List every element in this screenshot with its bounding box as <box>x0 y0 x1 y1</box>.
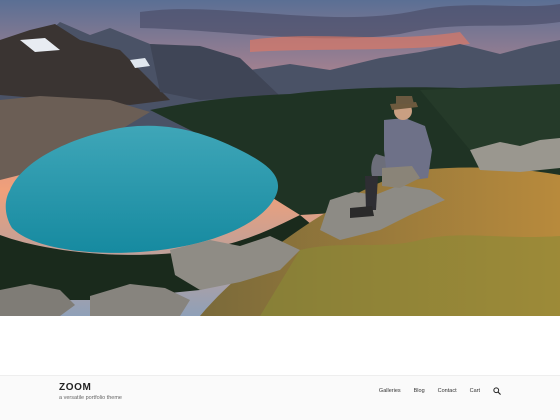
search-button[interactable] <box>492 386 502 396</box>
site-tagline: a versatile portfolio theme <box>59 395 122 401</box>
nav-item-galleries[interactable]: Galleries <box>379 388 401 394</box>
nav-item-contact[interactable]: Contact <box>438 388 457 394</box>
hero-photo <box>0 0 560 316</box>
main-navigation: Galleries Blog Contact Cart <box>366 386 502 396</box>
header-hero-image <box>0 0 560 316</box>
site-title-link[interactable]: ZOOM <box>59 382 122 393</box>
search-icon <box>493 387 501 395</box>
site-header: ZOOM a versatile portfolio theme Galleri… <box>0 375 560 420</box>
page-spacer <box>0 316 560 375</box>
nav-item-cart[interactable]: Cart <box>470 388 480 394</box>
site-branding: ZOOM a versatile portfolio theme <box>59 382 122 401</box>
nav-item-blog[interactable]: Blog <box>414 388 425 394</box>
